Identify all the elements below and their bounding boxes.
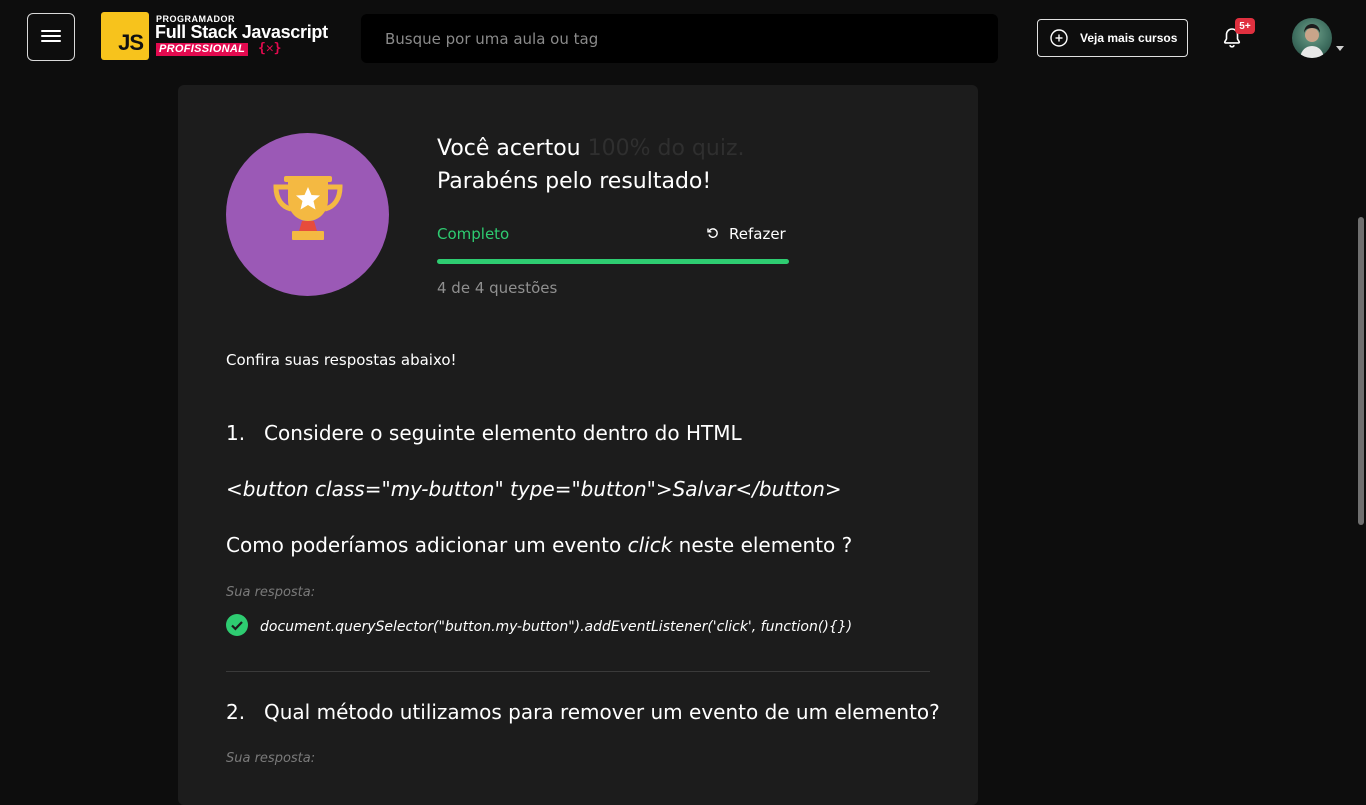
scrollbar-thumb[interactable]: [1358, 217, 1364, 525]
question-count: 4 de 4 questões: [437, 279, 558, 297]
answer-label: Sua resposta:: [226, 751, 316, 766]
logo-braces: {✕}: [258, 41, 282, 56]
question-divider: [226, 671, 930, 672]
question-number: 2.: [226, 700, 246, 724]
avatar[interactable]: [1292, 18, 1332, 58]
question-number: 1.: [226, 421, 246, 445]
logo-sub-line: PROFISSIONAL: [156, 43, 249, 56]
question-subtext-after: neste elemento ?: [672, 533, 853, 557]
redo-label: Refazer: [729, 224, 786, 243]
result-headline: Você acertou 100% do quiz.: [437, 136, 745, 161]
question-text: Considere o seguinte elemento dentro do …: [264, 421, 742, 445]
question-title: 2. Qual método utilizamos para remover um…: [226, 700, 940, 724]
js-logo-badge: JS: [101, 12, 149, 60]
question-title: 1. Considere o seguinte elemento dentro d…: [226, 421, 742, 445]
search-bar[interactable]: [361, 14, 998, 63]
answer-row: document.querySelector("button.my-button…: [226, 614, 852, 640]
result-prefix: Você acertou: [437, 136, 581, 161]
redo-button[interactable]: Refazer: [707, 224, 786, 243]
course-logo[interactable]: JS PROGRAMADOR Full Stack Javascript PRO…: [101, 12, 341, 60]
question-subtext-emphasis: click: [627, 533, 673, 557]
answer-text: document.querySelector("button.my-button…: [260, 619, 853, 635]
menu-button[interactable]: [27, 13, 75, 61]
question-text: Qual método utilizamos para remover um e…: [264, 700, 940, 724]
question-code: <button class="my-button" type="button">…: [226, 477, 842, 501]
progress-bar: [437, 259, 789, 264]
logo-main-line: Full Stack Javascript: [155, 22, 328, 42]
answer-label: Sua resposta:: [226, 585, 316, 600]
trophy-icon: [268, 173, 348, 257]
more-courses-label: Veja mais cursos: [1080, 31, 1178, 45]
notification-badge: 5+: [1235, 18, 1255, 34]
question-subtext: Como poderíamos adicionar um evento clic…: [226, 533, 852, 557]
more-courses-button[interactable]: Veja mais cursos: [1037, 19, 1188, 57]
answers-intro: Confira suas respostas abaixo!: [226, 351, 457, 369]
check-circle-icon: [226, 614, 248, 640]
question-subtext-before: Como poderíamos adicionar um evento: [226, 533, 628, 557]
top-header: JS PROGRAMADOR Full Stack Javascript PRO…: [0, 0, 1366, 76]
status-label: Completo: [437, 225, 510, 243]
refresh-icon: [707, 224, 719, 243]
chevron-down-icon[interactable]: [1336, 36, 1344, 55]
trophy-badge: [226, 133, 389, 296]
plus-circle-icon: [1050, 29, 1068, 47]
search-input[interactable]: [361, 14, 998, 63]
js-logo-text: JS: [118, 30, 144, 55]
progress-fill: [437, 259, 789, 264]
result-score: 100% do quiz.: [587, 136, 745, 161]
congrats-text: Parabéns pelo resultado!: [437, 169, 712, 194]
hamburger-menu-icon: [41, 28, 61, 47]
